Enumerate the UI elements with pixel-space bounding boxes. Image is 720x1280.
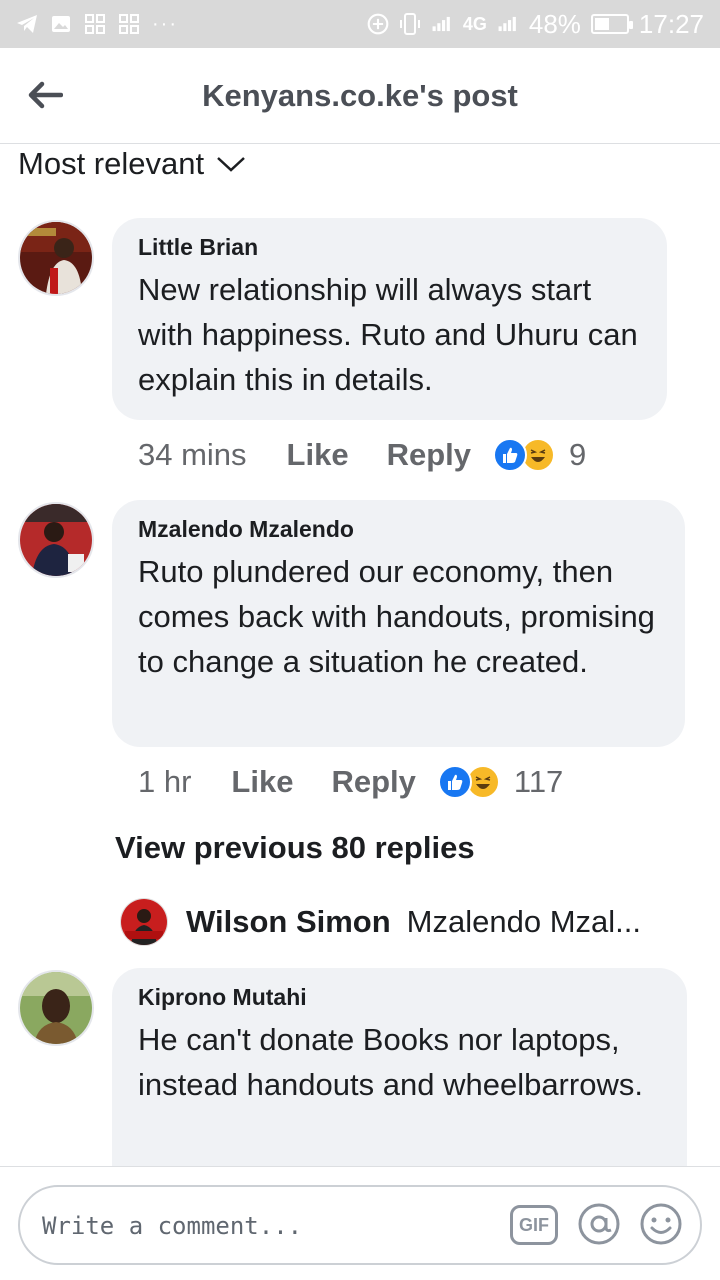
telegram-icon [16,13,38,35]
gallery-icon [50,13,72,35]
comment-bubble[interactable]: Mzalendo Mzalendo Ruto plundered our eco… [112,500,685,747]
vibrate-icon [399,13,421,35]
status-bar: ··· 4G 48% 17:27 [0,0,720,48]
reply-button[interactable]: Reply [387,437,471,473]
more-notifications-icon: ··· [152,12,178,35]
smiley-icon [640,1203,682,1245]
view-previous-replies-link[interactable]: View previous 80 replies [115,830,475,866]
like-button[interactable]: Like [231,764,293,800]
reaction-count: 117 [513,764,564,799]
comment-bubble[interactable]: Little Brian New relationship will alway… [112,218,667,420]
comment-bubble[interactable]: Kiprono Mutahi He can't donate Books nor… [112,968,687,1198]
battery-level [594,18,610,30]
sort-dropdown[interactable]: Most relevant [18,144,246,184]
reply-author: Wilson Simon [186,904,391,939]
clock: 17:27 [638,8,704,39]
emoji-button[interactable] [638,1201,684,1247]
avatar [120,898,168,946]
reply-button[interactable]: Reply [331,764,415,800]
comment-time[interactable]: 1 hr [138,764,191,800]
comment-text: New relationship will always start with … [138,272,638,397]
network-type: 4G [462,13,487,34]
reply-snippet: Mzalendo Mzal... [406,904,641,939]
avatar[interactable] [18,970,94,1046]
post-header: Kenyans.co.ke's post [0,48,720,144]
app-grid-icon [118,13,140,35]
app-grid-icon [84,13,106,35]
comment-input[interactable] [40,1205,484,1247]
reply-preview[interactable]: Wilson Simon Mzalendo Mzal... [120,896,641,948]
reactions[interactable]: 9 [493,437,586,473]
comment-text: He can't donate Books nor laptops, inste… [138,1022,643,1102]
chevron-down-icon [217,157,245,172]
comment-actions: 1 hr Like Reply 117 [138,762,563,802]
comment-composer-box: GIF [18,1185,702,1265]
gif-button[interactable]: GIF [510,1205,558,1245]
data-saver-icon [367,13,389,35]
mention-button[interactable] [576,1201,622,1247]
comment-composer: GIF [0,1166,720,1280]
like-reaction-icon [493,438,527,472]
at-sign-icon [578,1203,620,1245]
sort-label: Most relevant [18,146,205,181]
comment-author[interactable]: Mzalendo Mzalendo [138,516,659,543]
like-button[interactable]: Like [287,437,349,473]
battery-percent: 48% [528,8,581,39]
comment-author[interactable]: Kiprono Mutahi [138,984,661,1011]
like-reaction-icon [437,765,472,799]
comment-time[interactable]: 34 mins [138,437,247,473]
avatar[interactable] [18,502,94,578]
reactions[interactable]: 117 [437,764,564,800]
comment-text: Ruto plundered our economy, then comes b… [138,554,655,679]
signal-icon [431,13,453,35]
signal-icon [497,13,519,35]
page-title: Kenyans.co.ke's post [202,78,518,113]
reaction-count: 9 [569,437,587,472]
battery-icon [590,14,633,34]
avatar[interactable] [18,220,94,296]
comment-author[interactable]: Little Brian [138,234,641,261]
comment-actions: 34 mins Like Reply 9 [138,435,586,475]
